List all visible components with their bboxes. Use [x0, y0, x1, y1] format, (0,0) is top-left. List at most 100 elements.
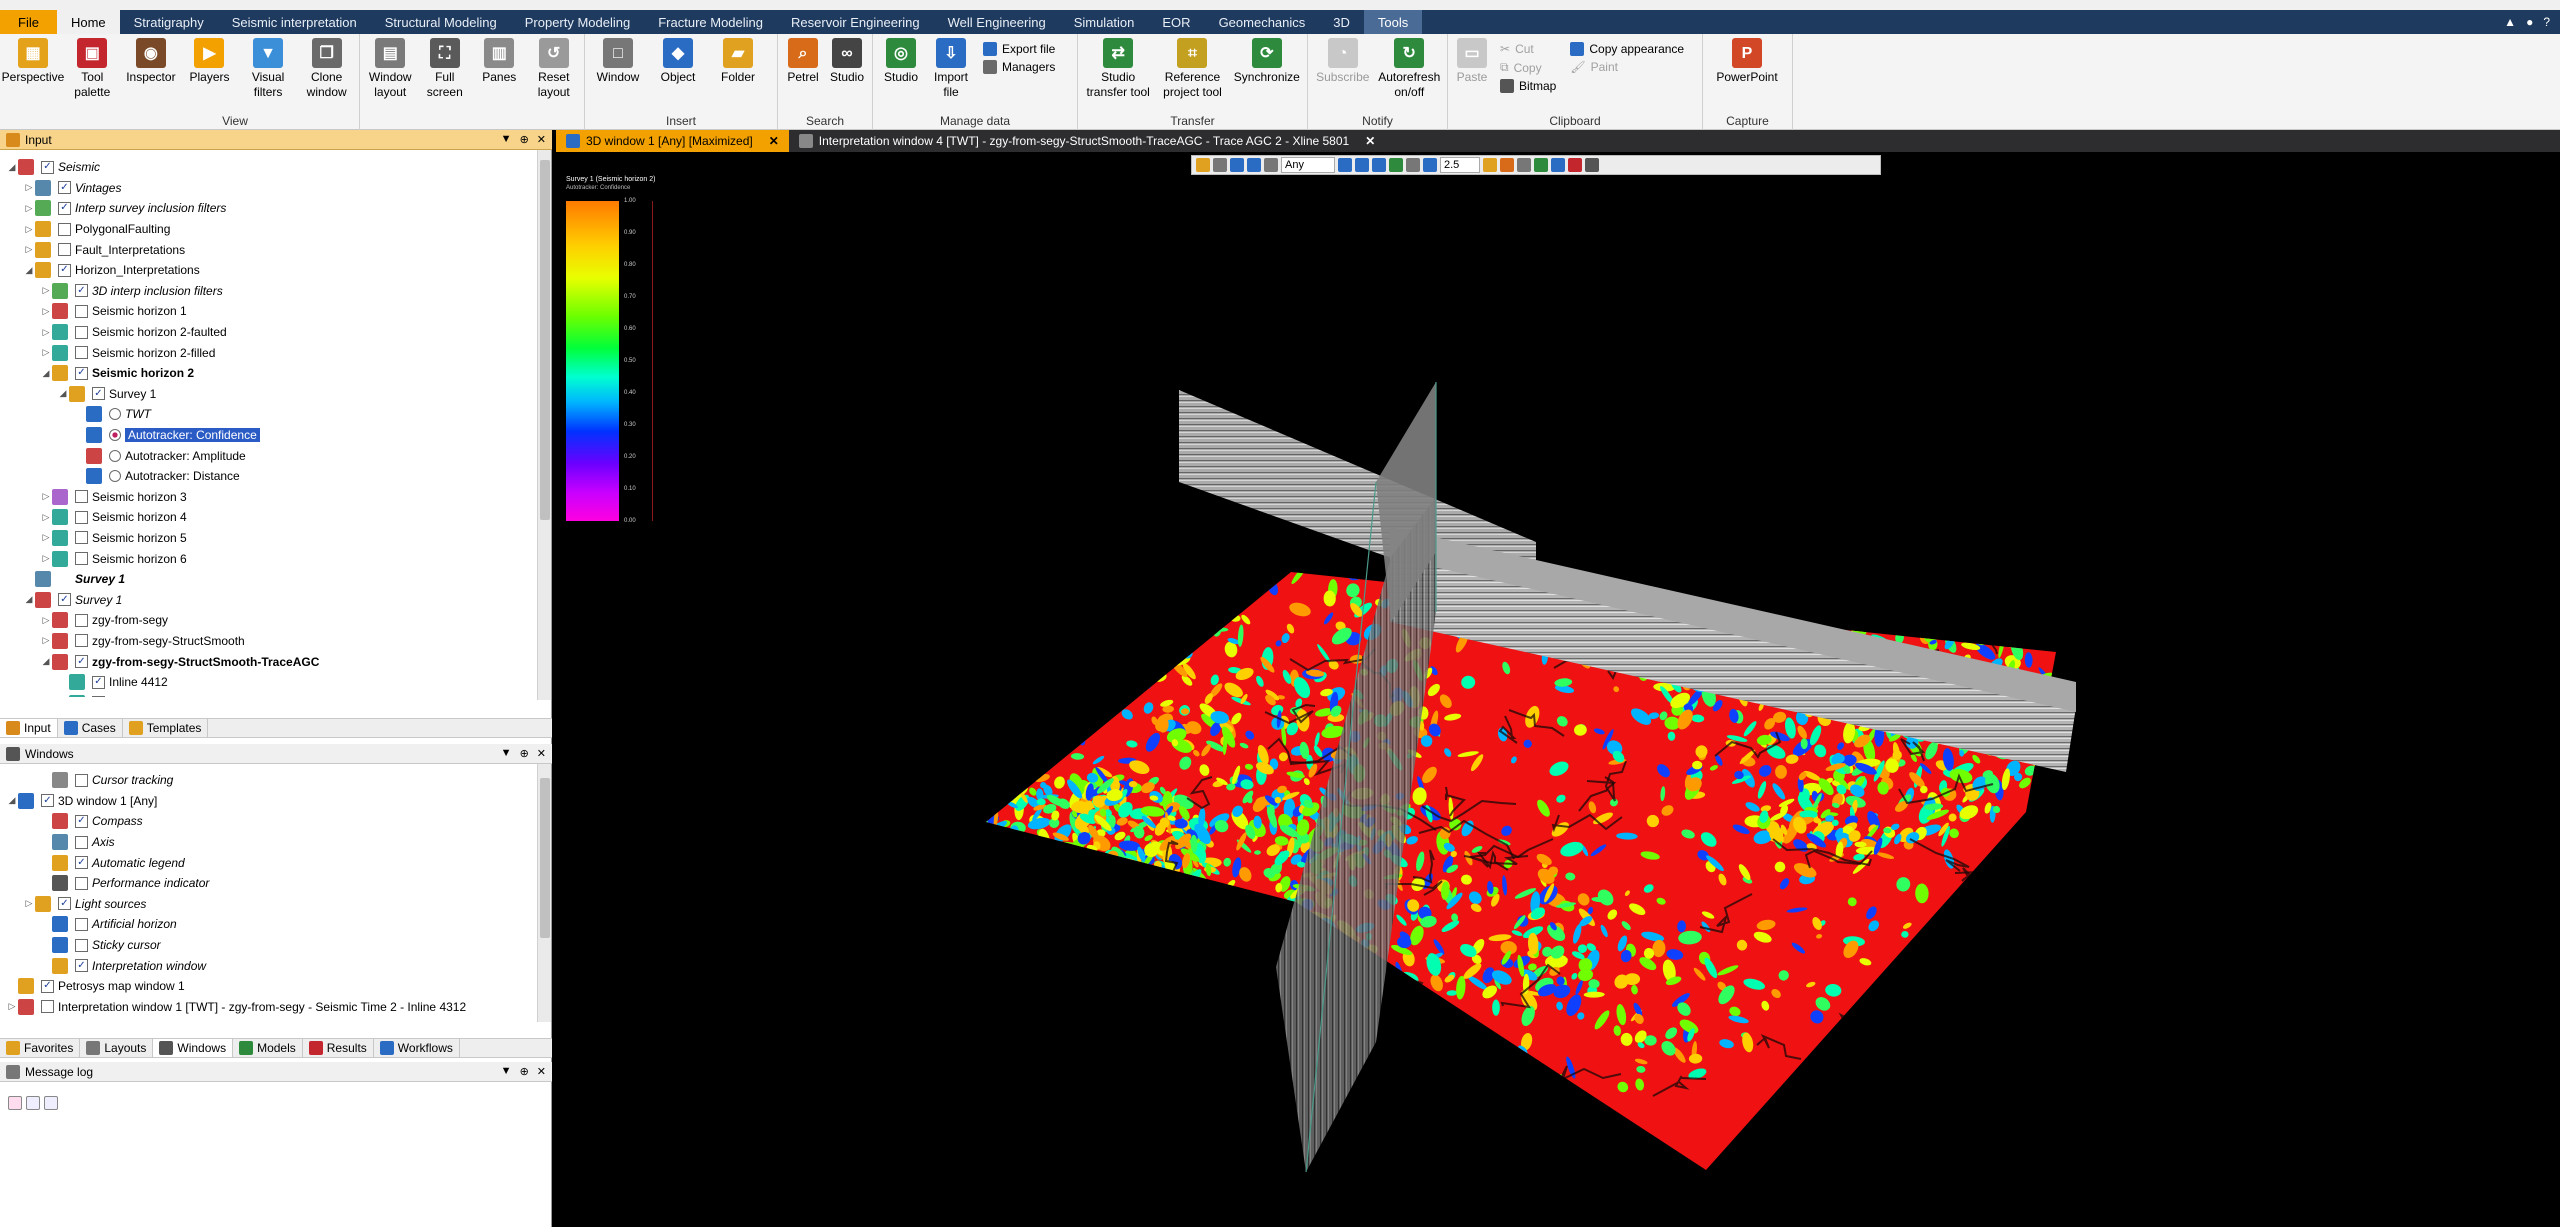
tab-property-modeling[interactable]: Property Modeling	[511, 10, 645, 34]
perspective-button[interactable]: ▦ Perspective	[2, 38, 64, 85]
input-tree-item-row[interactable]: ▷ Seismic horizon 4	[0, 507, 536, 528]
studio-button[interactable]: ◎ Studio	[877, 38, 925, 85]
expand-toggle-icon[interactable]: ◢	[6, 162, 18, 173]
visibility-checkbox[interactable]	[58, 222, 71, 236]
input-tree-item-row[interactable]: ▷ Seismic horizon 3	[0, 487, 536, 508]
windows-tree-item-label[interactable]: Performance indicator	[92, 876, 209, 890]
attribute-radio[interactable]	[109, 470, 121, 483]
visibility-checkbox[interactable]: ✓	[75, 856, 88, 870]
input-scroll-thumb[interactable]	[540, 160, 550, 520]
window-layout-button[interactable]: ▤ Window layout	[364, 38, 417, 100]
windows-tree-item-row[interactable]: Artificial horizon	[0, 914, 536, 935]
input-tree-item-row[interactable]: ▷ ✓ 3D interp inclusion filters	[0, 281, 536, 302]
tab-layouts[interactable]: Layouts	[80, 1039, 154, 1057]
windows-tree-item-row[interactable]: ▷ ✓ Light sources	[0, 894, 536, 915]
input-tree-item-label[interactable]: Seismic horizon 2-faulted	[92, 325, 227, 339]
expand-toggle-icon[interactable]: ▷	[40, 615, 52, 626]
full-screen-button[interactable]: ⛶ Full screen	[419, 38, 472, 100]
tool-palette-button[interactable]: ▣ Tool palette	[64, 38, 121, 100]
visual-filters-button[interactable]: ▼ Visual filters	[240, 38, 297, 100]
visibility-checkbox[interactable]	[75, 325, 88, 339]
input-tree-item-label[interactable]: 3D interp inclusion filters	[92, 284, 223, 298]
attribute-radio[interactable]	[109, 449, 121, 462]
input-tree-item-row[interactable]: ▷ Seismic horizon 5	[0, 528, 536, 549]
expand-toggle-icon[interactable]: ▷	[6, 1001, 18, 1012]
input-tree-item-row[interactable]: ▷ ✓ Interp survey inclusion filters	[0, 198, 536, 219]
input-tree-item-row[interactable]: Survey 1	[0, 569, 536, 590]
tab-cases[interactable]: Cases	[58, 719, 123, 737]
input-tree-item-label[interactable]: Autotracker: Confidence	[125, 428, 260, 443]
collapse-ribbon-icon[interactable]: ▲	[2504, 15, 2516, 29]
close-icon[interactable]: ✕	[537, 133, 546, 146]
view-top-icon[interactable]	[1355, 158, 1369, 172]
expand-toggle-icon[interactable]: ◢	[23, 265, 35, 276]
expand-toggle-icon[interactable]: ▷	[40, 635, 52, 646]
tab-results[interactable]: Results	[303, 1039, 374, 1057]
visibility-checkbox[interactable]: ✓	[58, 201, 71, 215]
settings-icon[interactable]	[1517, 158, 1531, 172]
import-file-button[interactable]: ⇩ Import file	[927, 38, 975, 100]
search-petrel-button[interactable]: ⌕ Petrel	[782, 38, 824, 85]
input-tree-item-row[interactable]: ◢ ✓ Horizon_Interpretations	[0, 260, 536, 281]
clone-window-button[interactable]: ❐ Clone window	[298, 38, 355, 100]
tab-templates[interactable]: Templates	[123, 719, 209, 737]
input-tree-item-label[interactable]: Seismic horizon 3	[92, 490, 187, 504]
search-studio-button[interactable]: ∞ Studio	[826, 38, 868, 85]
tab-reservoir-engineering[interactable]: Reservoir Engineering	[777, 10, 934, 34]
visibility-checkbox[interactable]: ✓	[58, 263, 71, 277]
measure-icon[interactable]	[1264, 158, 1278, 172]
close-icon[interactable]: ✕	[537, 747, 546, 760]
close-tab-icon[interactable]: ✕	[1365, 134, 1375, 148]
input-tree-item-label[interactable]: Inline 4412	[109, 675, 168, 689]
input-tree-item-label[interactable]: Autotracker: Amplitude	[125, 449, 246, 463]
windows-tree-item-row[interactable]: ▷ Interpretation window 1 [TWT] - zgy-fro…	[0, 997, 536, 1018]
expand-toggle-icon[interactable]: ◢	[6, 795, 18, 806]
input-tree-item-row[interactable]: ▷ ✓ Vintages	[0, 178, 536, 199]
visibility-checkbox[interactable]	[75, 634, 88, 648]
expand-toggle-icon[interactable]: ▷	[23, 898, 35, 909]
windows-tree-item-row[interactable]: ✓ Compass	[0, 811, 536, 832]
input-tree-item-label[interactable]: Interp survey inclusion filters	[75, 201, 226, 215]
windows-tree-item-row[interactable]: ◢ ✓ 3D window 1 [Any]	[0, 791, 536, 812]
expand-toggle-icon[interactable]: ◢	[40, 656, 52, 667]
input-tree-item-label[interactable]: Seismic horizon 4	[92, 510, 187, 524]
expand-toggle-icon[interactable]: ◢	[23, 594, 35, 605]
attribute-radio[interactable]	[109, 408, 121, 421]
visibility-checkbox[interactable]	[75, 531, 88, 545]
windows-tree-item-label[interactable]: Artificial horizon	[92, 917, 177, 931]
windows-tree-item-label[interactable]: Sticky cursor	[92, 938, 161, 952]
expand-toggle-icon[interactable]: ▷	[40, 553, 52, 564]
windows-scroll-thumb[interactable]	[540, 778, 550, 938]
pin-toolbar-icon[interactable]	[1585, 158, 1599, 172]
players-button[interactable]: ▶ Players	[181, 38, 238, 85]
pointer-icon[interactable]	[1213, 158, 1227, 172]
tab-favorites[interactable]: Favorites	[0, 1039, 81, 1057]
input-scrollbar[interactable]	[537, 150, 551, 700]
visibility-checkbox[interactable]: ✓	[58, 181, 71, 195]
visibility-checkbox[interactable]: ✓	[75, 655, 88, 669]
input-tree-item-label[interactable]: zgy-from-segy-StructSmooth-TraceAGC	[92, 655, 319, 669]
tab-home[interactable]: Home	[56, 10, 120, 34]
expand-toggle-icon[interactable]: ◢	[57, 388, 69, 399]
camera-icon[interactable]	[1247, 158, 1261, 172]
attribute-radio[interactable]	[109, 429, 121, 442]
expand-toggle-icon[interactable]: ▷	[40, 306, 52, 317]
record-icon[interactable]	[1568, 158, 1582, 172]
windows-tree-item-label[interactable]: Light sources	[75, 897, 146, 911]
orbit-icon[interactable]	[1406, 158, 1420, 172]
home-view-icon[interactable]	[1338, 158, 1352, 172]
visibility-checkbox[interactable]	[75, 917, 88, 931]
tab-file[interactable]: File	[0, 10, 57, 34]
doc-tab-interpretation-window[interactable]: Interpretation window 4 [TWT] - zgy-from…	[789, 130, 1385, 152]
input-tree-item-label[interactable]: zgy-from-segy-StructSmooth	[92, 634, 245, 648]
copy-appearance-button[interactable]: Copy appearance	[1570, 42, 1684, 56]
visibility-checkbox[interactable]: ✓	[41, 979, 54, 993]
clear-log-icon[interactable]	[8, 1096, 22, 1110]
panes-button[interactable]: ▥ Panes	[473, 38, 526, 85]
input-tree-item-label[interactable]: Inline 5801	[109, 696, 168, 697]
input-tree-item-row[interactable]: ▷ Seismic horizon 6	[0, 548, 536, 569]
light-icon[interactable]	[1423, 158, 1437, 172]
input-tree-item-row[interactable]: ◢ ✓ Survey 1	[0, 384, 536, 405]
visibility-checkbox[interactable]	[75, 552, 88, 566]
visibility-checkbox[interactable]: ✓	[41, 794, 54, 808]
